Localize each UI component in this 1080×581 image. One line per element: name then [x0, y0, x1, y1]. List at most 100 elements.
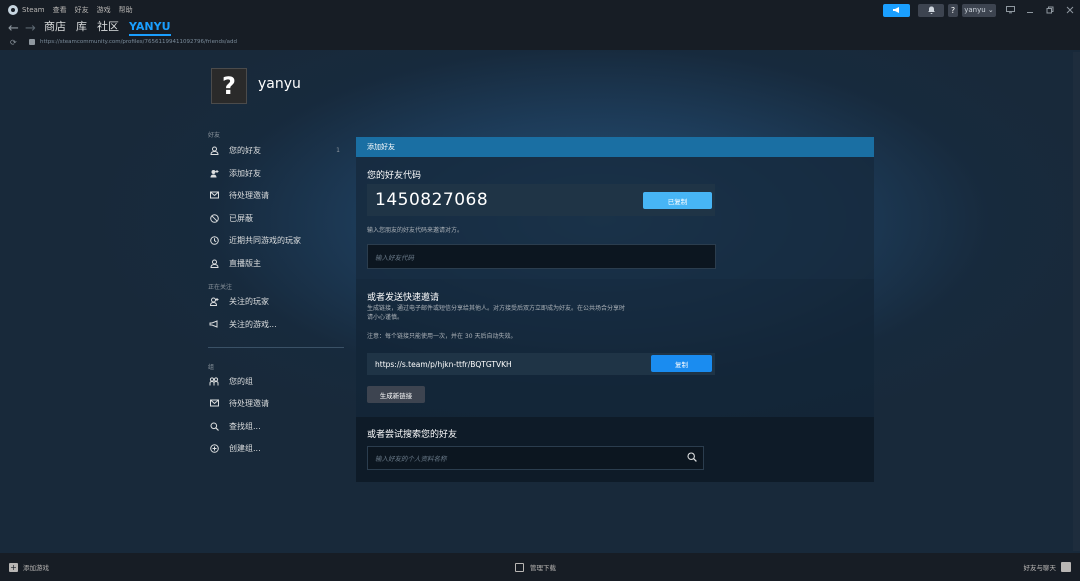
quick-invite-desc-line2: 请小心谨慎。: [367, 314, 404, 321]
back-arrow-icon[interactable]: ←: [8, 21, 19, 36]
navigation-bar: ← → 商店 库 社区 YANYU ⟳ https://steamcommuni…: [0, 20, 1080, 50]
add-game-label: 添加游戏: [23, 564, 49, 572]
sidebar-item-pending-invites[interactable]: 待处理邀请: [208, 188, 344, 202]
menu-games[interactable]: 游戏: [97, 5, 111, 15]
menu-steam[interactable]: Steam: [22, 6, 45, 14]
reload-icon[interactable]: ⟳: [10, 38, 17, 47]
minimize-button[interactable]: [1020, 4, 1040, 17]
add-person-icon: [208, 167, 220, 179]
sidebar-item-recently-played[interactable]: 近期共同游戏的玩家: [208, 233, 344, 247]
copied-button[interactable]: 已复制: [643, 192, 712, 209]
sidebar-item-label: 查找组...: [229, 421, 261, 431]
sidebar-section-following: 正在关注: [208, 284, 233, 291]
quick-invite-note: 注意：每个链接只能使用一次，并在 30 天后自动失效。: [367, 333, 517, 340]
plus-icon: +: [9, 562, 18, 572]
sidebar-item-add-friend[interactable]: 添加好友: [208, 166, 344, 180]
sidebar-item-label: 直播版主: [229, 258, 261, 268]
friend-code-input[interactable]: 输入好友代码: [367, 244, 716, 269]
group-icon: [208, 375, 220, 387]
generate-link-button[interactable]: 生成新链接: [367, 386, 425, 403]
sidebar-item-blocked[interactable]: 已屏蔽: [208, 211, 344, 225]
add-game-button[interactable]: + 添加游戏: [9, 562, 49, 572]
sidebar-item-broadcast-moderators[interactable]: 直播版主: [208, 256, 344, 270]
steam-logo-icon[interactable]: [8, 5, 18, 15]
announcements-button[interactable]: [883, 3, 910, 17]
main-nav-links: 商店 库 社区 YANYU: [44, 20, 181, 36]
restore-icon: [1046, 6, 1054, 14]
friends-chat-button[interactable]: 好友与聊天: [1023, 562, 1071, 572]
enter-code-hint: 输入您朋友的好友代码来邀请对方。: [367, 227, 464, 234]
nav-community[interactable]: 社区: [97, 20, 119, 36]
chat-icon: [1061, 562, 1071, 572]
avatar[interactable]: ?: [211, 68, 247, 104]
menu-view[interactable]: 查看: [53, 5, 67, 15]
sidebar-item-label: 关注的游戏...: [229, 319, 277, 329]
search-friends-title: 或者尝试搜索您的好友: [367, 430, 458, 440]
bell-icon: [927, 6, 935, 14]
sidebar-section-friends: 好友: [208, 132, 221, 139]
url-bar[interactable]: https://steamcommunity.com/profiles/7656…: [40, 39, 237, 45]
menu-friends[interactable]: 好友: [75, 5, 89, 15]
sidebar-item-followed-players[interactable]: 关注的玩家: [208, 294, 344, 308]
friend-search-input[interactable]: 输入好友的个人资料名称: [367, 446, 704, 470]
invite-link-text[interactable]: https://s.team/p/hjkn-ttfr/BQTGTVKH: [375, 360, 512, 369]
friend-code-value[interactable]: 1450827068: [375, 190, 488, 210]
sidebar-item-label: 待处理邀请: [229, 398, 269, 408]
blocked-icon: [208, 212, 220, 224]
sidebar-item-label: 关注的玩家: [229, 296, 269, 306]
close-button[interactable]: [1060, 4, 1080, 17]
user-menu-button[interactable]: yanyu ⌄: [962, 3, 996, 17]
big-picture-button[interactable]: [1000, 4, 1020, 17]
monitor-icon: [1005, 6, 1015, 14]
friends-count: 1: [336, 146, 340, 154]
sidebar-item-your-friends[interactable]: 您的好友 1: [208, 143, 344, 157]
sidebar-item-followed-games[interactable]: 关注的游戏...: [208, 317, 344, 331]
profile-name[interactable]: yanyu: [258, 76, 301, 92]
add-friend-panel: 您的好友代码 1450827068 已复制 输入您朋友的好友代码来邀请对方。 输…: [356, 157, 874, 482]
friend-search-placeholder: 输入好友的个人资料名称: [375, 455, 447, 463]
sidebar-item-label: 创建组...: [229, 443, 261, 453]
manage-downloads-button[interactable]: 管理下载: [515, 562, 556, 572]
friends-chat-label: 好友与聊天: [1023, 564, 1057, 572]
friend-code-section: 您的好友代码 1450827068 已复制 输入您朋友的好友代码来邀请对方。 输…: [356, 157, 874, 279]
sidebar-divider: [208, 347, 344, 348]
sidebar-item-find-groups[interactable]: 查找组...: [208, 419, 344, 433]
sidebar-item-label: 近期共同游戏的玩家: [229, 235, 301, 245]
envelope-icon: [208, 189, 220, 201]
person-icon: [208, 144, 220, 156]
sidebar-item-label: 添加好友: [229, 168, 261, 178]
bottom-bar: + 添加游戏 管理下载 好友与聊天: [0, 553, 1080, 581]
nav-library[interactable]: 库: [76, 20, 87, 36]
search-icon[interactable]: [687, 452, 697, 462]
sidebar-item-group-invites[interactable]: 待处理邀请: [208, 396, 344, 410]
nav-profile[interactable]: YANYU: [129, 20, 171, 36]
megaphone-icon: [893, 7, 899, 13]
help-button[interactable]: ?: [948, 3, 958, 17]
sidebar-item-label: 您的好友: [229, 145, 261, 155]
restore-button[interactable]: [1040, 4, 1060, 17]
add-friend-header: 添加好友: [356, 137, 874, 157]
manage-downloads-label: 管理下载: [530, 564, 556, 572]
menu-help[interactable]: 帮助: [119, 5, 133, 15]
forward-arrow-icon[interactable]: →: [25, 21, 36, 36]
title-bar: Steam 查看 好友 游戏 帮助 ? yanyu ⌄: [0, 0, 1080, 20]
sidebar-item-label: 您的组: [229, 376, 253, 386]
quick-invite-desc-line1: 生成链接，通过电子邮件或短信分享给其他人。对方接受后双方立即成为好友。在公共场合…: [367, 305, 626, 312]
person-icon: [208, 257, 220, 269]
close-icon: [1066, 6, 1074, 14]
sidebar-section-groups: 组: [208, 364, 215, 371]
download-icon: [515, 562, 524, 572]
plus-circle-icon: [208, 442, 220, 454]
scrollbar[interactable]: [1073, 52, 1080, 551]
sidebar-item-your-groups[interactable]: 您的组: [208, 374, 344, 388]
quick-invite-title: 或者发送快速邀请: [367, 293, 440, 303]
sidebar-item-create-group[interactable]: 创建组...: [208, 441, 344, 455]
notifications-button[interactable]: [918, 3, 944, 17]
clock-icon: [208, 234, 220, 246]
copy-link-button[interactable]: 复制: [651, 355, 712, 372]
follow-person-icon: [208, 295, 220, 307]
nav-store[interactable]: 商店: [44, 20, 66, 36]
lock-icon: [29, 39, 35, 45]
search-icon: [208, 420, 220, 432]
minimize-icon: [1027, 12, 1033, 13]
